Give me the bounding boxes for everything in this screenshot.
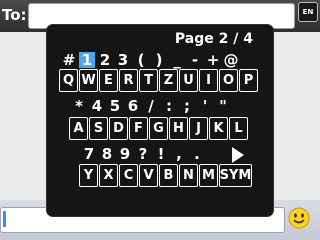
letter-key[interactable]: E — [99, 69, 118, 92]
language-indicator[interactable]: EN — [298, 2, 318, 22]
smiley-icon[interactable] — [288, 207, 310, 229]
letter-key[interactable]: N — [179, 164, 198, 187]
symbol-key[interactable]: @ — [223, 52, 239, 68]
symbol-key-selected[interactable]: 1 — [79, 52, 95, 68]
symbol-key[interactable]: " — [215, 98, 231, 114]
letter-key[interactable]: Y — [79, 164, 98, 187]
letter-key[interactable]: T — [139, 69, 158, 92]
letter-key[interactable]: R — [119, 69, 138, 92]
symbol-key[interactable]: 2 — [97, 52, 113, 68]
symbol-key[interactable]: 5 — [107, 98, 123, 114]
letter-key[interactable]: B — [159, 164, 178, 187]
letter-key[interactable]: U — [179, 69, 198, 92]
letter-key[interactable]: W — [79, 69, 98, 92]
letter-key[interactable]: Q — [59, 69, 78, 92]
letter-key[interactable]: P — [239, 69, 258, 92]
symbol-key[interactable]: : — [161, 98, 177, 114]
symbol-key[interactable]: ? — [135, 146, 151, 162]
symbol-keyboard-popup: Page 2 / 4 #1 2 3() _ - + @ QWERTZUIOP * 4 5 6/:;… — [47, 25, 273, 216]
symbol-key[interactable]: 7 — [81, 146, 97, 162]
symbol-key[interactable]: * — [71, 98, 87, 114]
letter-key[interactable]: L — [229, 117, 248, 140]
letter-key[interactable]: J — [189, 117, 208, 140]
sym-key[interactable]: SYM — [219, 164, 252, 187]
symbol-key[interactable]: ) — [151, 52, 167, 68]
symbol-key[interactable]: _ — [169, 52, 185, 68]
symbol-key[interactable]: + — [205, 52, 221, 68]
letter-key[interactable]: I — [199, 69, 218, 92]
symbol-key[interactable]: 8 — [99, 146, 115, 162]
letter-key[interactable]: Z — [159, 69, 178, 92]
letter-key[interactable]: S — [89, 117, 108, 140]
symbol-key[interactable]: . — [189, 146, 205, 162]
symbol-key[interactable]: - — [187, 52, 203, 68]
next-page-arrow-icon[interactable] — [232, 147, 244, 163]
symbol-key[interactable]: 9 — [117, 146, 133, 162]
letter-key[interactable]: G — [149, 117, 168, 140]
letter-key[interactable]: X — [99, 164, 118, 187]
symbol-key[interactable]: ( — [133, 52, 149, 68]
letter-key[interactable]: V — [139, 164, 158, 187]
symbol-key[interactable]: ! — [153, 146, 169, 162]
letter-key[interactable]: M — [199, 164, 218, 187]
symbol-key[interactable]: ' — [197, 98, 213, 114]
symbol-key[interactable]: # — [61, 52, 77, 68]
letter-key[interactable]: H — [169, 117, 188, 140]
letter-key[interactable]: O — [219, 69, 238, 92]
to-label: To: — [2, 6, 27, 24]
symbol-key[interactable]: , — [171, 146, 187, 162]
symbol-key[interactable]: ; — [179, 98, 195, 114]
page-indicator: Page 2 / 4 — [174, 31, 253, 47]
letter-key[interactable]: D — [109, 117, 128, 140]
symbol-key[interactable]: 6 — [125, 98, 141, 114]
letter-key[interactable]: A — [69, 117, 88, 140]
letter-key[interactable]: K — [209, 117, 228, 140]
symbol-key[interactable]: 4 — [89, 98, 105, 114]
text-cursor — [3, 211, 6, 227]
symbol-key[interactable]: / — [143, 98, 159, 114]
letter-key[interactable]: C — [119, 164, 138, 187]
letter-key[interactable]: F — [129, 117, 148, 140]
symbol-key[interactable]: 3 — [115, 52, 131, 68]
